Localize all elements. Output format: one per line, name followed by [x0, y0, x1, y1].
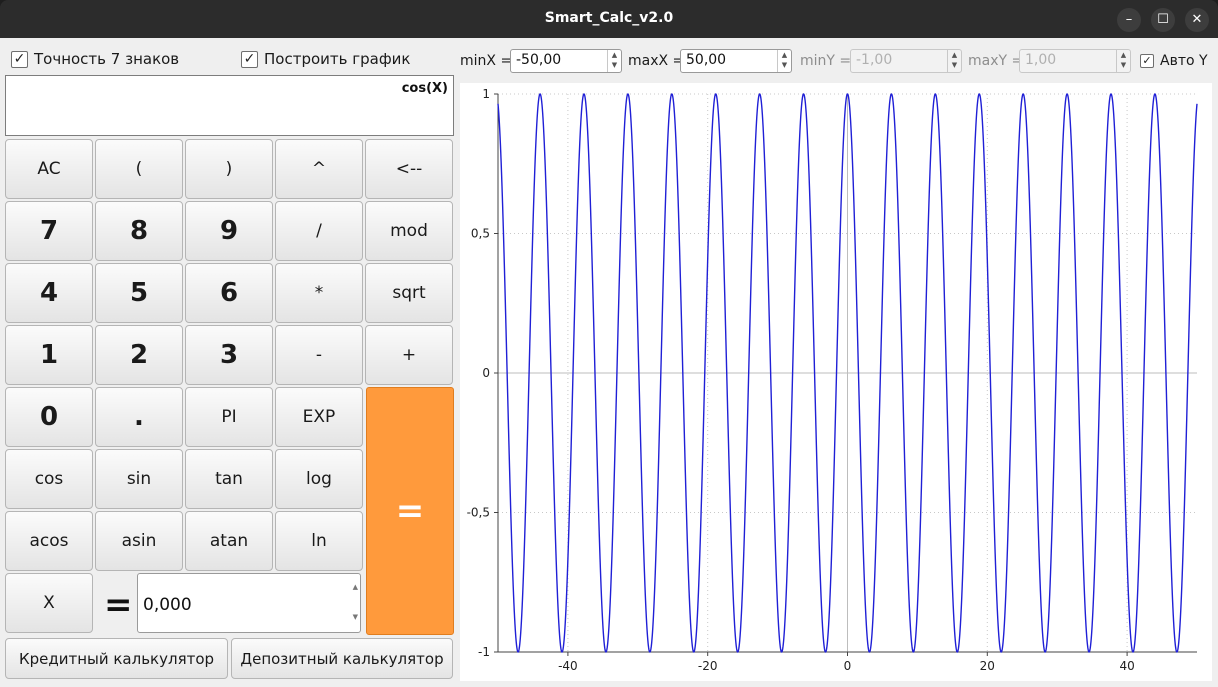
deposit-calculator-button[interactable]: Депозитный калькулятор — [231, 638, 453, 679]
spin-arrows-icon: ▲ ▼ — [947, 50, 961, 72]
key-cos-button[interactable]: cos — [5, 449, 93, 509]
x-tick-label: 0 — [844, 659, 852, 673]
key-2-button[interactable]: 2 — [95, 325, 183, 385]
maxy-spinbox: 1,00 ▲ ▼ — [1019, 49, 1131, 73]
key-power-button[interactable]: ^ — [275, 139, 363, 199]
minimize-button[interactable]: – — [1117, 8, 1141, 32]
key-4-button[interactable]: 4 — [5, 263, 93, 323]
maxy-label: maxY = — [968, 53, 1024, 69]
maxx-value: 50,00 — [686, 52, 727, 68]
key-multiply-button[interactable]: * — [275, 263, 363, 323]
minx-spinbox[interactable]: -50,00 ▲ ▼ — [510, 49, 622, 73]
maximize-button[interactable]: ☐ — [1151, 8, 1175, 32]
key-open-paren-button[interactable]: ( — [95, 139, 183, 199]
key-7-button[interactable]: 7 — [5, 201, 93, 261]
miny-value: -1,00 — [856, 52, 893, 68]
checkbox-check-icon: ✓ — [1140, 54, 1154, 68]
x-value: 0,000 — [143, 595, 192, 615]
key-backspace-button[interactable]: <-- — [365, 139, 453, 199]
key-log-button[interactable]: log — [275, 449, 363, 509]
x-tick-label: 20 — [980, 659, 995, 673]
key-close-paren-button[interactable]: ) — [185, 139, 273, 199]
checkbox-check-icon: ✓ — [11, 50, 28, 68]
y-tick-label: 0,5 — [471, 227, 490, 241]
spin-down-icon[interactable]: ▼ — [353, 613, 358, 621]
spin-arrows-icon: ▲ ▼ — [1116, 50, 1130, 72]
miny-spinbox: -1,00 ▲ ▼ — [850, 49, 962, 73]
precision-checkbox[interactable]: ✓ Точность 7 знаков — [11, 50, 179, 68]
key-exp-button[interactable]: EXP — [275, 387, 363, 447]
x-tick-label: -20 — [698, 659, 718, 673]
key-asin-button[interactable]: asin — [95, 511, 183, 571]
key-ln-button[interactable]: ln — [275, 511, 363, 571]
spin-arrows-icon[interactable]: ▲ ▼ — [607, 50, 621, 72]
key-sqrt-button[interactable]: sqrt — [365, 263, 453, 323]
title-bar: Smart_Calc_v2.0 – ☐ ✕ — [0, 0, 1218, 38]
precision-label: Точность 7 знаков — [34, 50, 180, 68]
checkbox-check-icon: ✓ — [241, 50, 258, 68]
key-atan-button[interactable]: atan — [185, 511, 273, 571]
key-plus-button[interactable]: + — [365, 325, 453, 385]
key-0-button[interactable]: 0 — [5, 387, 93, 447]
x-variable-button[interactable]: X — [5, 573, 93, 633]
function-plot: -40 -20 0 20 40 1 0,5 0 -0,5 -1 — [460, 83, 1212, 681]
key-mod-button[interactable]: mod — [365, 201, 453, 261]
maxy-value: 1,00 — [1025, 52, 1057, 68]
close-button[interactable]: ✕ — [1185, 8, 1209, 32]
key-6-button[interactable]: 6 — [185, 263, 273, 323]
x-equals-sign: = — [104, 585, 133, 625]
auto-y-checkbox[interactable]: ✓ Авто Y — [1140, 53, 1208, 69]
window-title: Smart_Calc_v2.0 — [544, 10, 674, 26]
expression-text: cos(X) — [401, 81, 448, 96]
key-ac-button[interactable]: AC — [5, 139, 93, 199]
miny-label: minY = — [800, 53, 852, 69]
x-value-input[interactable]: 0,000 ▲ ▼ — [137, 573, 361, 633]
y-tick-label: 1 — [482, 87, 490, 101]
credit-calculator-button[interactable]: Кредитный калькулятор — [5, 638, 228, 679]
main-window: ✓ Точность 7 знаков ✓ Построить график m… — [0, 38, 1218, 687]
key-tan-button[interactable]: tan — [185, 449, 273, 509]
key-sin-button[interactable]: sin — [95, 449, 183, 509]
key-divide-button[interactable]: / — [275, 201, 363, 261]
equals-button[interactable]: = — [366, 387, 454, 635]
key-1-button[interactable]: 1 — [5, 325, 93, 385]
spin-up-icon[interactable]: ▲ — [353, 583, 358, 591]
expression-display[interactable]: cos(X) — [5, 75, 454, 136]
key-9-button[interactable]: 9 — [185, 201, 273, 261]
minx-label: minX = — [460, 53, 513, 69]
key-minus-button[interactable]: - — [275, 325, 363, 385]
maxx-label: maxX = — [628, 53, 685, 69]
plot-label: Построить график — [264, 50, 411, 68]
key-5-button[interactable]: 5 — [95, 263, 183, 323]
plot-checkbox[interactable]: ✓ Построить график — [241, 50, 410, 68]
y-tick-label: -0,5 — [467, 506, 490, 520]
x-tick-label: 40 — [1119, 659, 1134, 673]
key-8-button[interactable]: 8 — [95, 201, 183, 261]
y-tick-label: 0 — [482, 366, 490, 380]
key-acos-button[interactable]: acos — [5, 511, 93, 571]
minx-value: -50,00 — [516, 52, 562, 68]
key-3-button[interactable]: 3 — [185, 325, 273, 385]
maxx-spinbox[interactable]: 50,00 ▲ ▼ — [680, 49, 792, 73]
auto-y-label: Авто Y — [1160, 53, 1208, 69]
key-decimal-point-button[interactable]: . — [95, 387, 183, 447]
spin-arrows-icon[interactable]: ▲ ▼ — [777, 50, 791, 72]
y-tick-label: -1 — [478, 645, 490, 659]
key-pi-button[interactable]: PI — [185, 387, 273, 447]
x-tick-label: -40 — [558, 659, 578, 673]
